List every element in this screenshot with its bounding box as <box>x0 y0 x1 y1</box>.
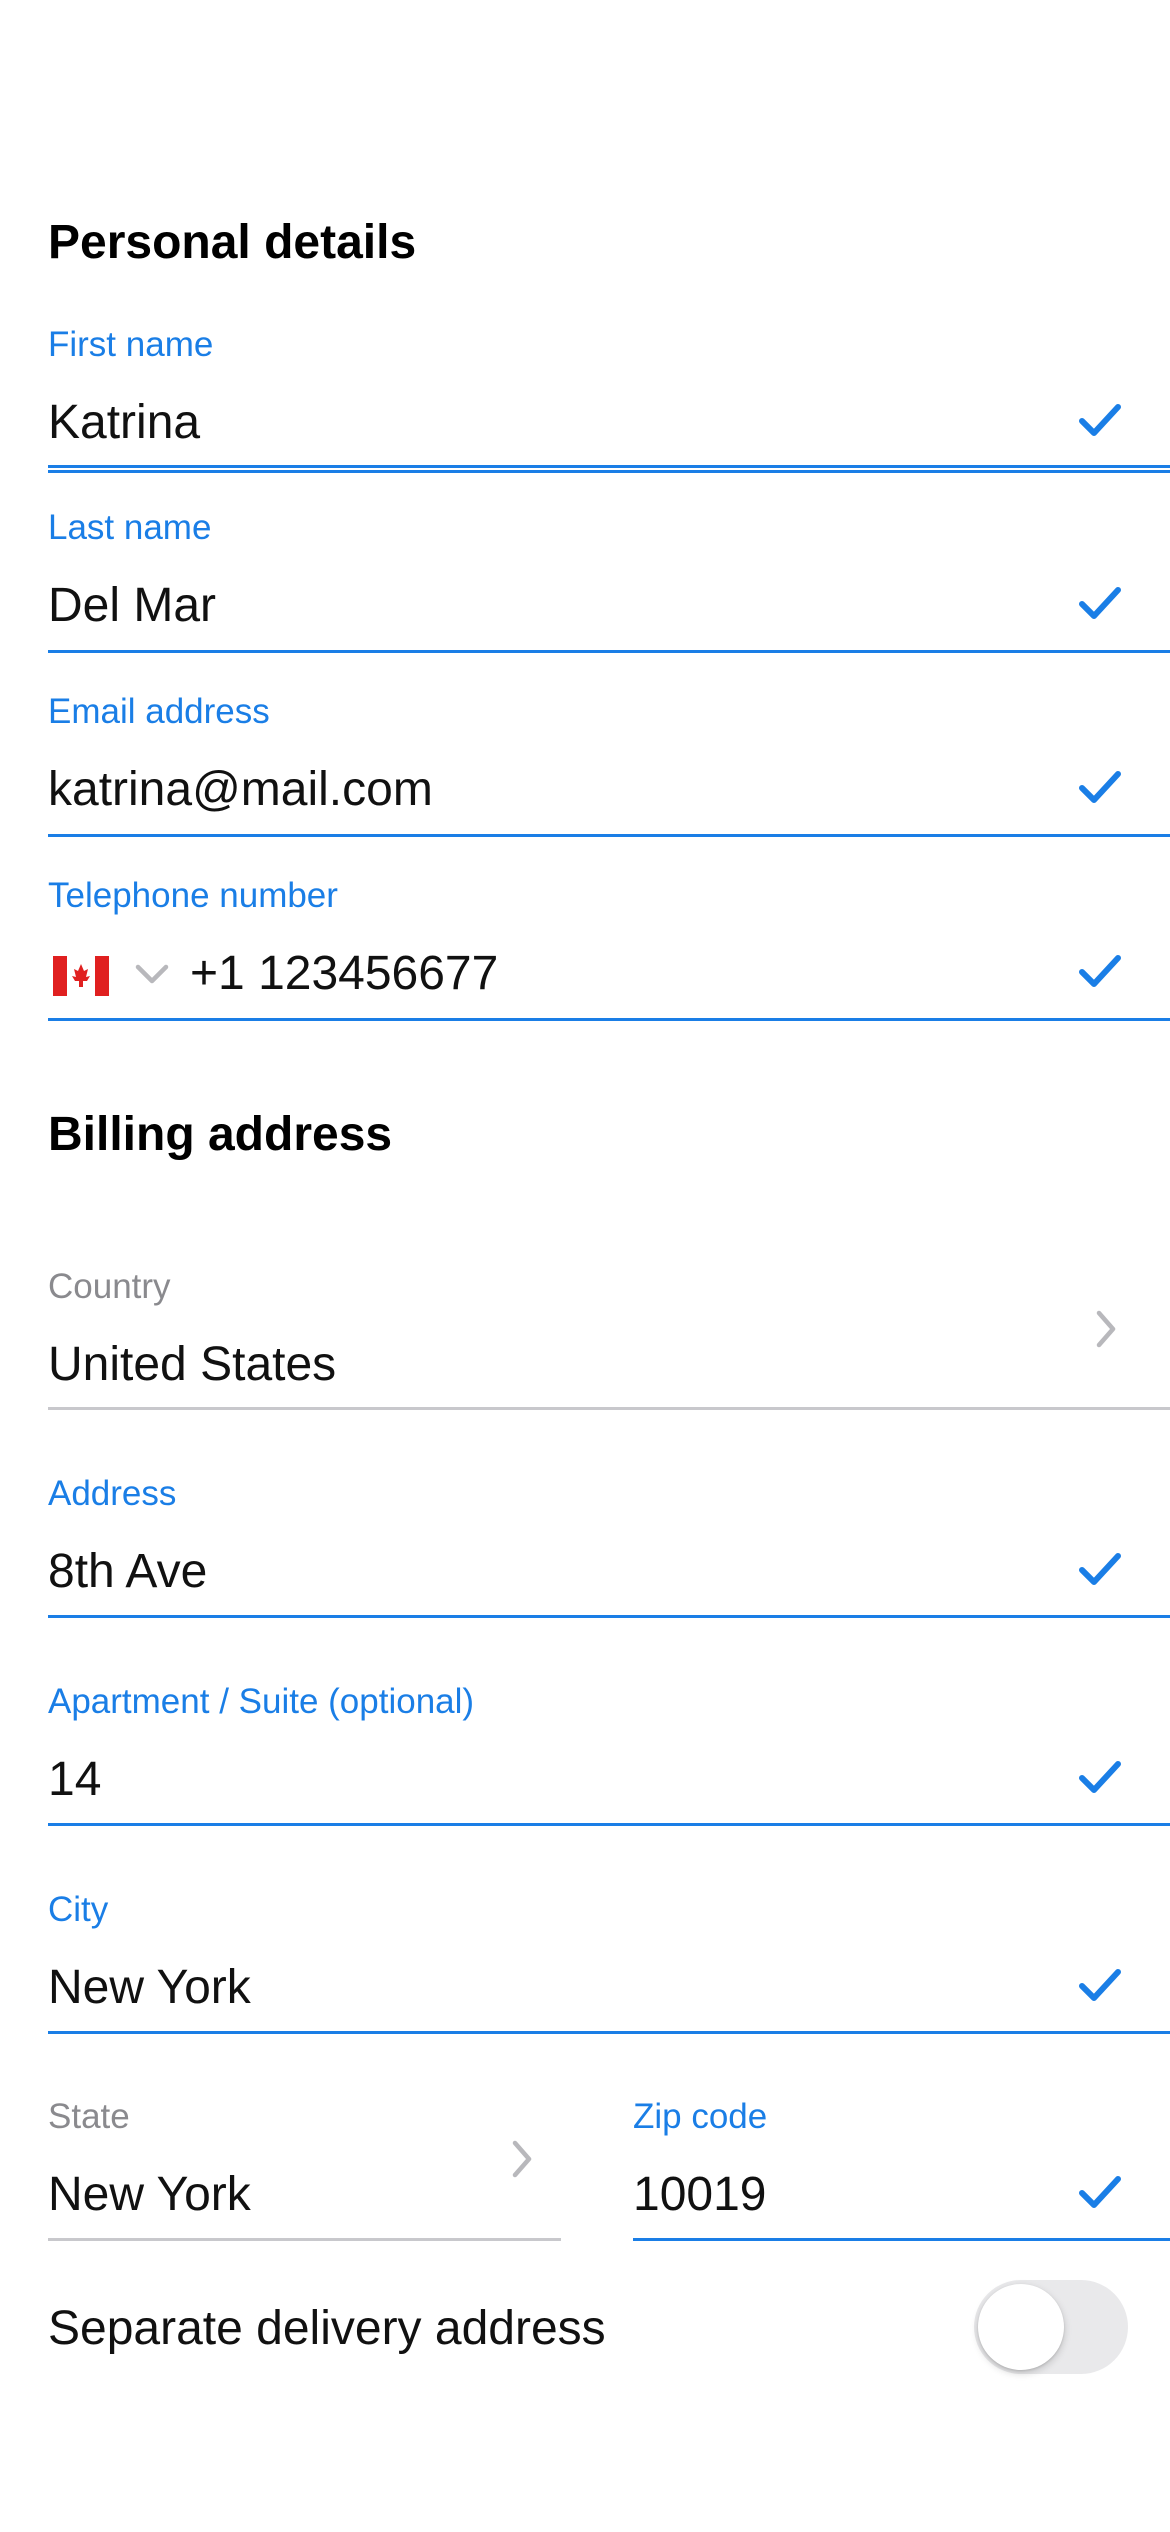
chevron-right-icon <box>510 2139 534 2179</box>
apartment-value[interactable]: 14 <box>48 1752 101 1807</box>
zip-code-value[interactable]: 10019 <box>633 2167 766 2222</box>
personal-details-heading: Personal details <box>48 216 417 269</box>
billing-address-heading: Billing address <box>48 1108 393 1161</box>
checkmark-icon <box>1078 770 1122 806</box>
separate-delivery-toggle[interactable] <box>974 2280 1128 2374</box>
address-label: Address <box>48 1474 177 1513</box>
last-name-label: Last name <box>48 508 212 547</box>
checkmark-icon <box>1078 954 1122 990</box>
address-underline <box>48 1615 1170 1618</box>
last-name-field[interactable]: Last name Del Mar <box>48 508 1170 656</box>
checkmark-icon <box>1078 1968 1122 2004</box>
country-value: United States <box>48 1338 337 1391</box>
state-label: State <box>48 2097 130 2136</box>
checkmark-icon <box>1078 586 1122 622</box>
separate-delivery-label: Separate delivery address <box>48 2302 606 2355</box>
zip-code-underline <box>633 2238 1170 2241</box>
email-underline <box>48 834 1170 837</box>
state-field[interactable]: State New York <box>48 2097 561 2245</box>
address-field[interactable]: Address 8th Ave <box>48 1474 1170 1622</box>
email-field[interactable]: Email address katrina@mail.com <box>48 692 1170 840</box>
address-value[interactable]: 8th Ave <box>48 1544 207 1599</box>
apartment-underline <box>48 1823 1170 1826</box>
email-value[interactable]: katrina@mail.com <box>48 762 433 817</box>
canada-flag-icon <box>53 956 109 996</box>
first-name-value[interactable]: Katrina <box>48 395 200 450</box>
email-label: Email address <box>48 692 270 731</box>
checkmark-icon <box>1078 1760 1122 1796</box>
first-name-field[interactable]: First name Katrina <box>48 325 1170 475</box>
chevron-right-icon <box>1094 1309 1118 1349</box>
checkmark-icon <box>1078 403 1122 439</box>
country-code-picker[interactable] <box>48 948 183 1004</box>
apartment-field[interactable]: Apartment / Suite (optional) 14 <box>48 1682 1170 1830</box>
first-name-focus-underline <box>48 470 1170 473</box>
city-underline <box>48 2031 1170 2034</box>
telephone-underline <box>48 1018 1170 1021</box>
telephone-label: Telephone number <box>48 876 338 915</box>
apartment-label: Apartment / Suite (optional) <box>48 1682 475 1721</box>
country-field[interactable]: Country United States <box>48 1267 1170 1413</box>
separate-delivery-row: Separate delivery address <box>48 2275 1128 2385</box>
toggle-knob <box>978 2284 1064 2370</box>
chevron-down-icon <box>134 962 170 986</box>
state-value: New York <box>48 2168 251 2221</box>
first-name-underline <box>48 465 1170 468</box>
last-name-underline <box>48 650 1170 653</box>
country-underline <box>48 1407 1170 1410</box>
first-name-label: First name <box>48 325 214 364</box>
last-name-value[interactable]: Del Mar <box>48 578 216 633</box>
zip-code-label: Zip code <box>633 2097 768 2136</box>
state-underline <box>48 2238 561 2241</box>
zip-code-field[interactable]: Zip code 10019 <box>633 2097 1170 2245</box>
city-label: City <box>48 1890 109 1929</box>
telephone-value[interactable]: +1 123456677 <box>190 946 498 1001</box>
country-label: Country <box>48 1267 171 1306</box>
checkmark-icon <box>1078 1552 1122 1588</box>
telephone-field[interactable]: Telephone number +1 123456677 <box>48 876 1170 1024</box>
city-field[interactable]: City New York <box>48 1890 1170 2038</box>
checkmark-icon <box>1078 2175 1122 2211</box>
city-value[interactable]: New York <box>48 1960 251 2015</box>
